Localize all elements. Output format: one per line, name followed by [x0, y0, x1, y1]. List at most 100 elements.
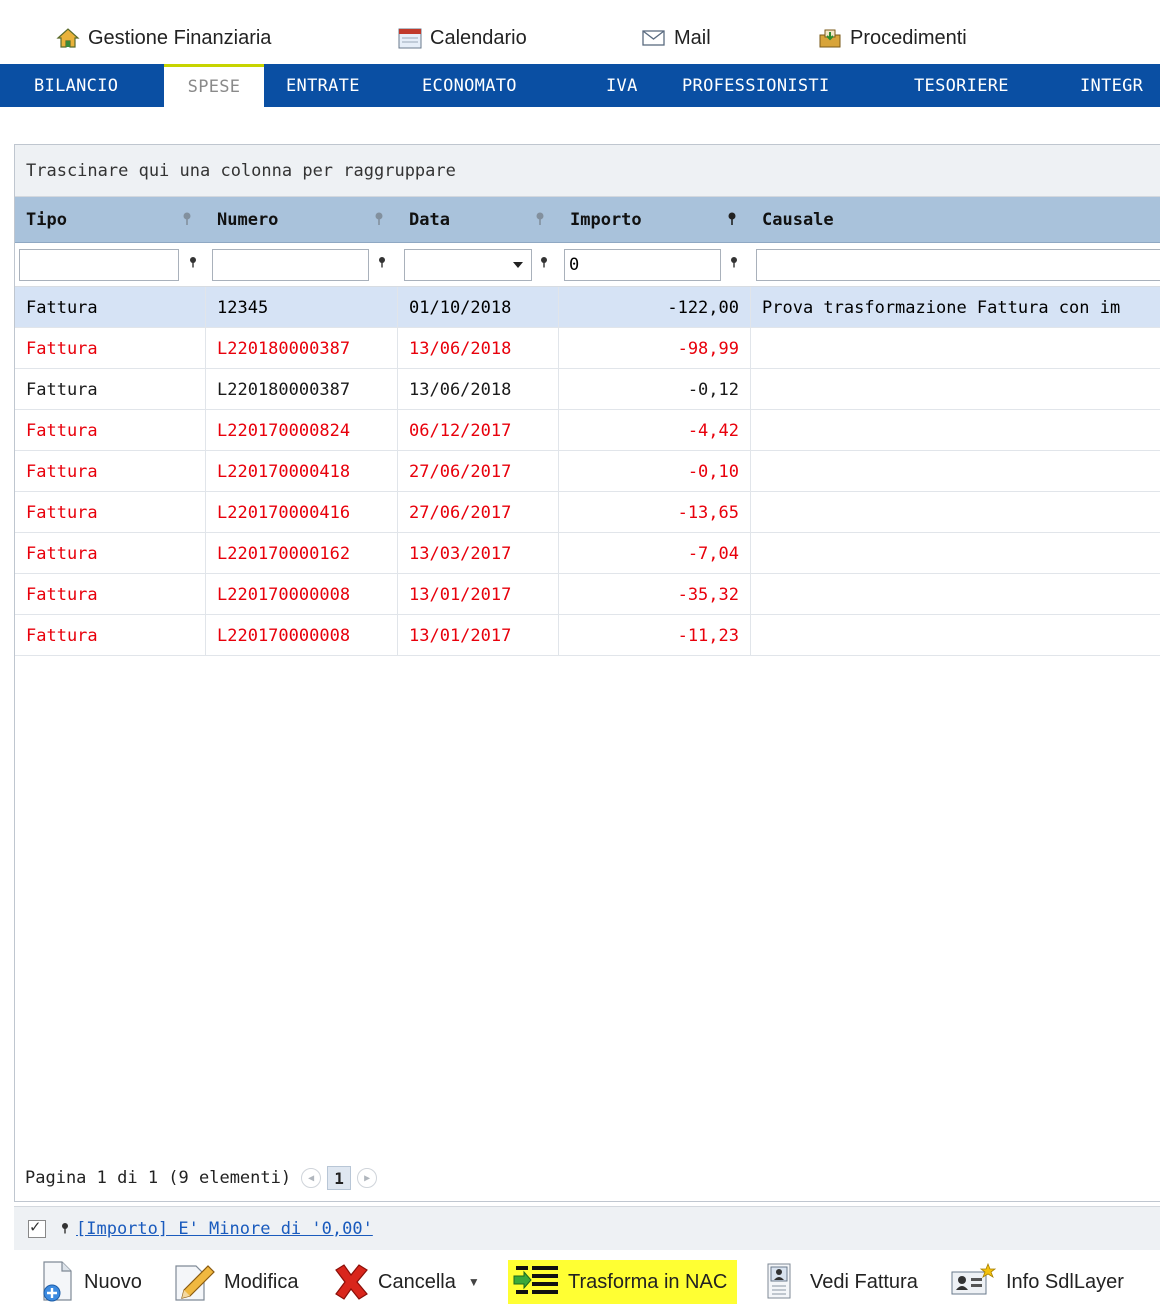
column-title: Data [409, 210, 450, 230]
cell-tipo: Fattura [15, 533, 206, 574]
tab-integr[interactable]: INTEGR [1064, 64, 1159, 107]
button-label: Vedi Fattura [810, 1270, 918, 1293]
table-row[interactable]: Fattura L220170000824 06/12/2017 -4,42 [15, 410, 1160, 451]
page-number-button[interactable]: 1 [327, 1166, 352, 1190]
cell-numero: L220180000387 [206, 369, 398, 410]
nav-label: Gestione Finanziaria [88, 26, 272, 49]
table-row[interactable]: Fattura L220170000008 13/01/2017 -35,32 [15, 574, 1160, 615]
tab-entrate[interactable]: ENTRATE [270, 64, 376, 107]
cell-causale [751, 369, 1160, 410]
date-dropdown-icon[interactable] [513, 262, 523, 268]
column-header-importo[interactable]: Importo [559, 197, 751, 243]
tab-professionisti[interactable]: PROFESSIONISTI [666, 64, 846, 107]
column-header-tipo[interactable]: Tipo [15, 197, 206, 243]
nav-label: Calendario [430, 26, 527, 49]
filter-pin-icon[interactable] [727, 212, 737, 226]
cell-tipo: Fattura [15, 328, 206, 369]
cell-tipo: Fattura [15, 492, 206, 533]
filter-row [15, 243, 1160, 287]
table-row[interactable]: Fattura 12345 01/10/2018 -122,00 Prova t… [15, 287, 1160, 328]
filter-causale-input[interactable] [757, 250, 1160, 280]
tab-economato[interactable]: ECONOMATO [406, 64, 533, 107]
grid-body: Fattura 12345 01/10/2018 -122,00 Prova t… [15, 287, 1160, 656]
cell-causale [751, 410, 1160, 451]
modifica-button[interactable]: Modifica [170, 1260, 298, 1304]
table-row[interactable]: Fattura L220180000387 13/06/2018 -98,99 [15, 328, 1160, 369]
filter-numero-input[interactable] [213, 250, 368, 280]
filter-pin-icon[interactable] [729, 256, 739, 270]
filter-pin-icon[interactable] [377, 256, 387, 270]
filter-tipo-input[interactable] [20, 250, 178, 280]
filter-numero-input-box [212, 249, 369, 281]
prev-page-icon[interactable]: ◀ [301, 1168, 322, 1188]
nuovo-button[interactable]: Nuovo [38, 1260, 142, 1304]
table-row[interactable]: Fattura L220170000162 13/03/2017 -7,04 [15, 533, 1160, 574]
cell-data: 13/01/2017 [398, 615, 559, 656]
nav-procedimenti[interactable]: Procedimenti [818, 24, 967, 52]
cell-data: 13/06/2018 [398, 328, 559, 369]
table-row[interactable]: Fattura L220180000387 13/06/2018 -0,12 [15, 369, 1160, 410]
chevron-down-icon[interactable]: ▼ [468, 1275, 480, 1289]
cell-numero: L220170000008 [206, 615, 398, 656]
cell-numero: L220170000008 [206, 574, 398, 615]
cell-tipo: Fattura [15, 615, 206, 656]
cell-importo: -4,42 [559, 410, 751, 451]
filter-pin-icon[interactable] [374, 212, 384, 226]
tab-iva[interactable]: IVA [590, 64, 654, 107]
nav-calendario[interactable]: Calendario [398, 24, 527, 52]
cell-numero: L220170000162 [206, 533, 398, 574]
cell-causale [751, 574, 1160, 615]
cancella-button[interactable]: Cancella ▼ [330, 1260, 480, 1304]
cell-data: 06/12/2017 [398, 410, 559, 451]
calendar-icon [398, 28, 422, 49]
filter-data-input-box [404, 249, 532, 281]
cell-causale [751, 492, 1160, 533]
table-row[interactable]: Fattura L220170000418 27/06/2017 -0,10 [15, 451, 1160, 492]
cell-causale: Prova trasformazione Fattura con im [762, 297, 1121, 318]
active-filter-link[interactable]: [Importo] E' Minore di '0,00' [76, 1219, 373, 1239]
cell-numero: L220180000387 [206, 328, 398, 369]
nav-mail[interactable]: Mail [642, 24, 711, 52]
info-sdllayer-button[interactable]: Info SdlLayer [950, 1260, 1124, 1304]
filter-pin-icon[interactable] [182, 212, 192, 226]
group-by-panel[interactable]: Trascinare qui una colonna per raggruppa… [15, 145, 1160, 197]
cell-importo: -7,04 [559, 533, 751, 574]
button-label: Modifica [224, 1270, 299, 1293]
app-nav: Gestione Finanziaria Calendario Mail Pro… [0, 0, 1160, 64]
next-page-icon[interactable]: ▶ [357, 1168, 378, 1188]
nav-label: Mail [674, 26, 711, 49]
filter-importo-input[interactable] [565, 250, 720, 280]
cell-numero: L220170000418 [206, 451, 398, 492]
invoice-grid: Trascinare qui una colonna per raggruppa… [14, 144, 1160, 1202]
filter-pin-icon[interactable] [188, 256, 198, 270]
column-header-data[interactable]: Data [398, 197, 559, 243]
cell-data: 27/06/2017 [398, 451, 559, 492]
tab-bilancio[interactable]: BILANCIO [18, 64, 134, 107]
transform-list-icon [513, 1266, 558, 1294]
filter-enabled-checkbox[interactable] [28, 1217, 46, 1238]
cell-importo: -122,00 [559, 287, 751, 328]
filter-pin-icon[interactable] [539, 256, 549, 270]
invoice-person-icon [767, 1263, 791, 1299]
cell-data: 01/10/2018 [398, 287, 559, 328]
cell-importo: -13,65 [559, 492, 751, 533]
filter-importo-input-box [564, 249, 721, 281]
column-header-numero[interactable]: Numero [206, 197, 398, 243]
vedi-fattura-button[interactable]: Vedi Fattura [764, 1260, 918, 1304]
button-label: Cancella [378, 1270, 456, 1293]
cell-importo: -0,10 [559, 451, 751, 492]
table-row[interactable]: Fattura L220170000008 13/01/2017 -11,23 [15, 615, 1160, 656]
tab-tesoriere[interactable]: TESORIERE [898, 64, 1025, 107]
cell-importo: -35,32 [559, 574, 751, 615]
tab-spese[interactable]: SPESE [164, 64, 264, 107]
nav-gestione-finanziaria[interactable]: Gestione Finanziaria [56, 24, 271, 52]
inbox-icon [819, 29, 841, 48]
filter-pin-icon[interactable] [535, 212, 545, 226]
filter-tipo-input-box [19, 249, 179, 281]
cell-data: 13/01/2017 [398, 574, 559, 615]
group-hint: Trascinare qui una colonna per raggruppa… [26, 160, 456, 181]
table-row[interactable]: Fattura L220170000416 27/06/2017 -13,65 [15, 492, 1160, 533]
cell-importo: -11,23 [559, 615, 751, 656]
column-header-causale[interactable]: Causale [751, 197, 1160, 243]
trasforma-in-nac-button[interactable]: Trasforma in NAC [508, 1260, 738, 1304]
